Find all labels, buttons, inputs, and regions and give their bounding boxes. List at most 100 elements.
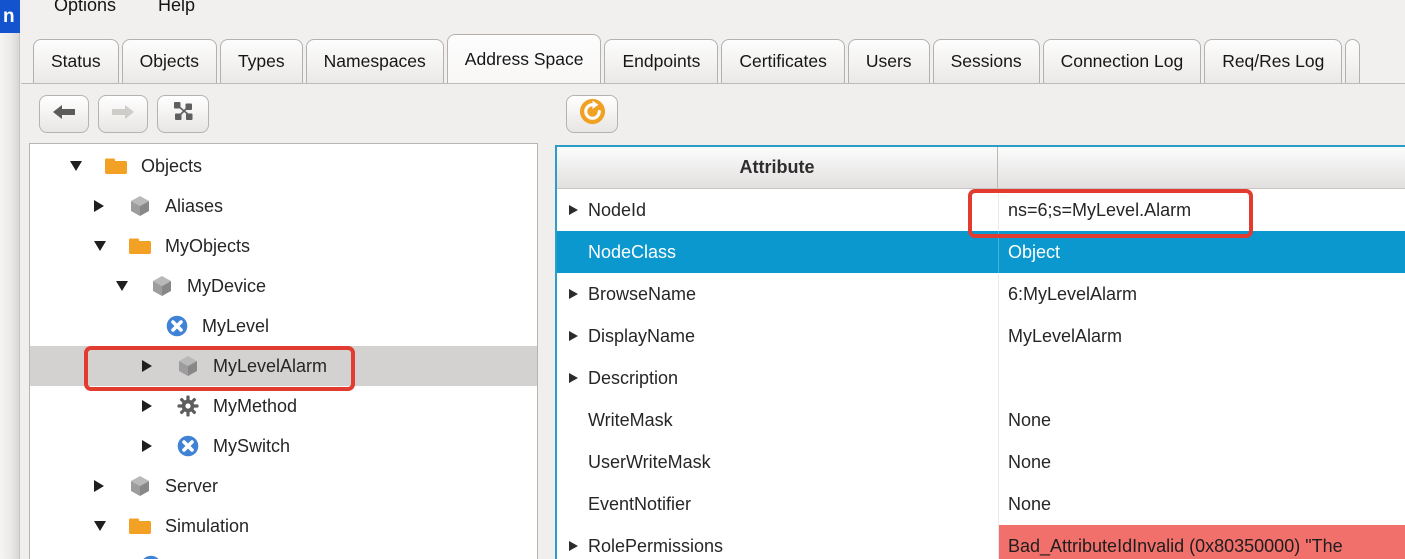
back-button[interactable]: [39, 95, 89, 133]
tree-item-mylevel[interactable]: MyLevel: [30, 306, 537, 346]
tree-item-label: Simulation: [165, 516, 249, 537]
attribute-row-description[interactable]: Description: [557, 357, 1405, 399]
gear-icon: [176, 395, 200, 417]
expand-arrow-icon[interactable]: [569, 541, 578, 551]
attribute-value: Object: [999, 231, 1405, 273]
tab-address-space[interactable]: Address Space: [447, 34, 602, 84]
tab-connection-log[interactable]: Connection Log: [1043, 39, 1202, 83]
cube-icon: [128, 475, 152, 497]
forward-button[interactable]: [98, 95, 148, 133]
variable-icon: [165, 315, 189, 337]
tree-item-label: MyLevelAlarm: [213, 356, 327, 377]
forward-arrow-icon: [111, 104, 135, 125]
attribute-row-userwritemask[interactable]: UserWriteMask None: [557, 441, 1405, 483]
server-app: OptionsHelp StatusObjectsTypesNamespaces…: [21, 0, 1405, 559]
collapse-arrow-icon[interactable]: [94, 521, 106, 531]
tree-item-aliases[interactable]: Aliases: [30, 186, 537, 226]
tab-status[interactable]: Status: [33, 39, 119, 83]
tree-item-label: MyDevice: [187, 276, 266, 297]
tree-item-simulation[interactable]: Simulation: [30, 506, 537, 546]
attributes-toolbar: [555, 84, 1405, 145]
background-window-fragment-label: n: [3, 6, 15, 28]
attribute-value: [999, 357, 1405, 399]
tab-partial[interactable]: [1345, 39, 1360, 83]
tree-item-mydevice[interactable]: MyDevice: [30, 266, 537, 306]
tree-item-mymethod[interactable]: MyMethod: [30, 386, 537, 426]
folder-icon: [128, 515, 152, 537]
background-window-fragment: n: [0, 0, 20, 33]
expand-arrow-icon[interactable]: [94, 480, 104, 492]
tab-objects[interactable]: Objects: [122, 39, 217, 83]
tab-req-res-log[interactable]: Req/Res Log: [1204, 39, 1342, 83]
expand-arrow-icon[interactable]: [142, 440, 152, 452]
tree-item-partial[interactable]: [30, 546, 537, 559]
folder-icon: [128, 235, 152, 257]
attribute-row-nodeid[interactable]: NodeId ns=6;s=MyLevel.Alarm: [557, 189, 1405, 231]
value-column-header[interactable]: [998, 147, 1405, 188]
back-arrow-icon: [52, 104, 76, 125]
collapse-arrow-icon[interactable]: [94, 241, 106, 251]
attribute-column-header[interactable]: Attribute: [557, 147, 998, 188]
variable-icon: [139, 555, 163, 559]
tab-sessions[interactable]: Sessions: [933, 39, 1040, 83]
tab-certificates[interactable]: Certificates: [721, 39, 845, 83]
attribute-name: RolePermissions: [588, 536, 723, 557]
tab-types[interactable]: Types: [220, 39, 303, 83]
tree-item-myobjects[interactable]: MyObjects: [30, 226, 537, 266]
app-window: n OptionsHelp StatusObjectsTypesNamespac…: [0, 0, 1405, 559]
menu-bar: Options Help: [21, 0, 1405, 30]
attribute-row-writemask[interactable]: WriteMaskNone: [557, 399, 1405, 441]
attribute-row-displayname[interactable]: DisplayNameMyLevelAlarm: [557, 315, 1405, 357]
expand-arrow-icon[interactable]: [569, 331, 578, 341]
address-space-content: Objects Aliases MyObjects MyDevice MyLevel My…: [21, 84, 1405, 559]
attribute-value: MyLevelAlarm: [999, 315, 1405, 357]
expand-arrow-icon[interactable]: [142, 400, 152, 412]
tab-namespaces[interactable]: Namespaces: [306, 39, 444, 83]
collapse-arrow-icon[interactable]: [70, 161, 82, 171]
attribute-name: NodeClass: [588, 242, 676, 263]
attribute-row-rolepermissions[interactable]: RolePermissionsBad_AttributeIdInvalid (0…: [557, 525, 1405, 559]
attribute-name: EventNotifier: [588, 494, 691, 515]
expand-arrow-icon[interactable]: [569, 289, 578, 299]
tree-item-mylevelalarm[interactable]: MyLevelAlarm: [30, 346, 537, 386]
expand-arrow-icon[interactable]: [569, 205, 578, 215]
cube-icon: [128, 195, 152, 217]
tree-item-server[interactable]: Server: [30, 466, 537, 506]
collapse-arrow-icon[interactable]: [116, 281, 128, 291]
tree-toolbar: [29, 84, 538, 143]
attributes-table-header: Attribute: [557, 147, 1405, 189]
refresh-attributes-button[interactable]: [566, 95, 618, 133]
address-space-tree: Objects Aliases MyObjects MyDevice MyLevel My…: [29, 143, 538, 559]
node-graph-icon: [173, 101, 194, 127]
attribute-value: ns=6;s=MyLevel.Alarm: [999, 189, 1405, 231]
tree-item-label: MyMethod: [213, 396, 297, 417]
menu-item-help[interactable]: Help: [158, 0, 195, 30]
cube-icon: [150, 275, 174, 297]
refresh-icon: [578, 97, 607, 131]
tree-item-label: Aliases: [165, 196, 223, 217]
attribute-name: UserWriteMask: [588, 452, 711, 473]
show-references-button[interactable]: [157, 95, 209, 133]
window-left-edge: [0, 0, 20, 559]
attribute-value: 6:MyLevelAlarm: [999, 273, 1405, 315]
attribute-row-nodeclass[interactable]: NodeClass Object: [557, 231, 1405, 273]
folder-icon: [104, 155, 128, 177]
tree-item-myswitch[interactable]: MySwitch: [30, 426, 537, 466]
tree-item-objects[interactable]: Objects: [30, 146, 537, 186]
attributes-panel: Attribute NodeIdns=6;s=MyLevel.AlarmNode…: [555, 84, 1405, 559]
tree-item-label: MyLevel: [202, 316, 269, 337]
attribute-row-eventnotifier[interactable]: EventNotifierNone: [557, 483, 1405, 525]
expand-arrow-icon[interactable]: [142, 360, 152, 372]
tree-item-label: Objects: [141, 156, 202, 177]
menu-item-options[interactable]: Options: [54, 0, 116, 30]
attribute-row-browsename[interactable]: BrowseName6:MyLevelAlarm: [557, 273, 1405, 315]
panel-splitter[interactable]: [538, 84, 555, 559]
expand-arrow-icon[interactable]: [94, 200, 104, 212]
attribute-value: None: [999, 441, 1405, 483]
attribute-name: NodeId: [588, 200, 646, 221]
tab-endpoints[interactable]: Endpoints: [604, 39, 718, 83]
tab-users[interactable]: Users: [848, 39, 930, 83]
expand-arrow-icon[interactable]: [569, 373, 578, 383]
navigation-tree-panel: Objects Aliases MyObjects MyDevice MyLevel My…: [29, 84, 538, 559]
cube-icon: [176, 355, 200, 377]
